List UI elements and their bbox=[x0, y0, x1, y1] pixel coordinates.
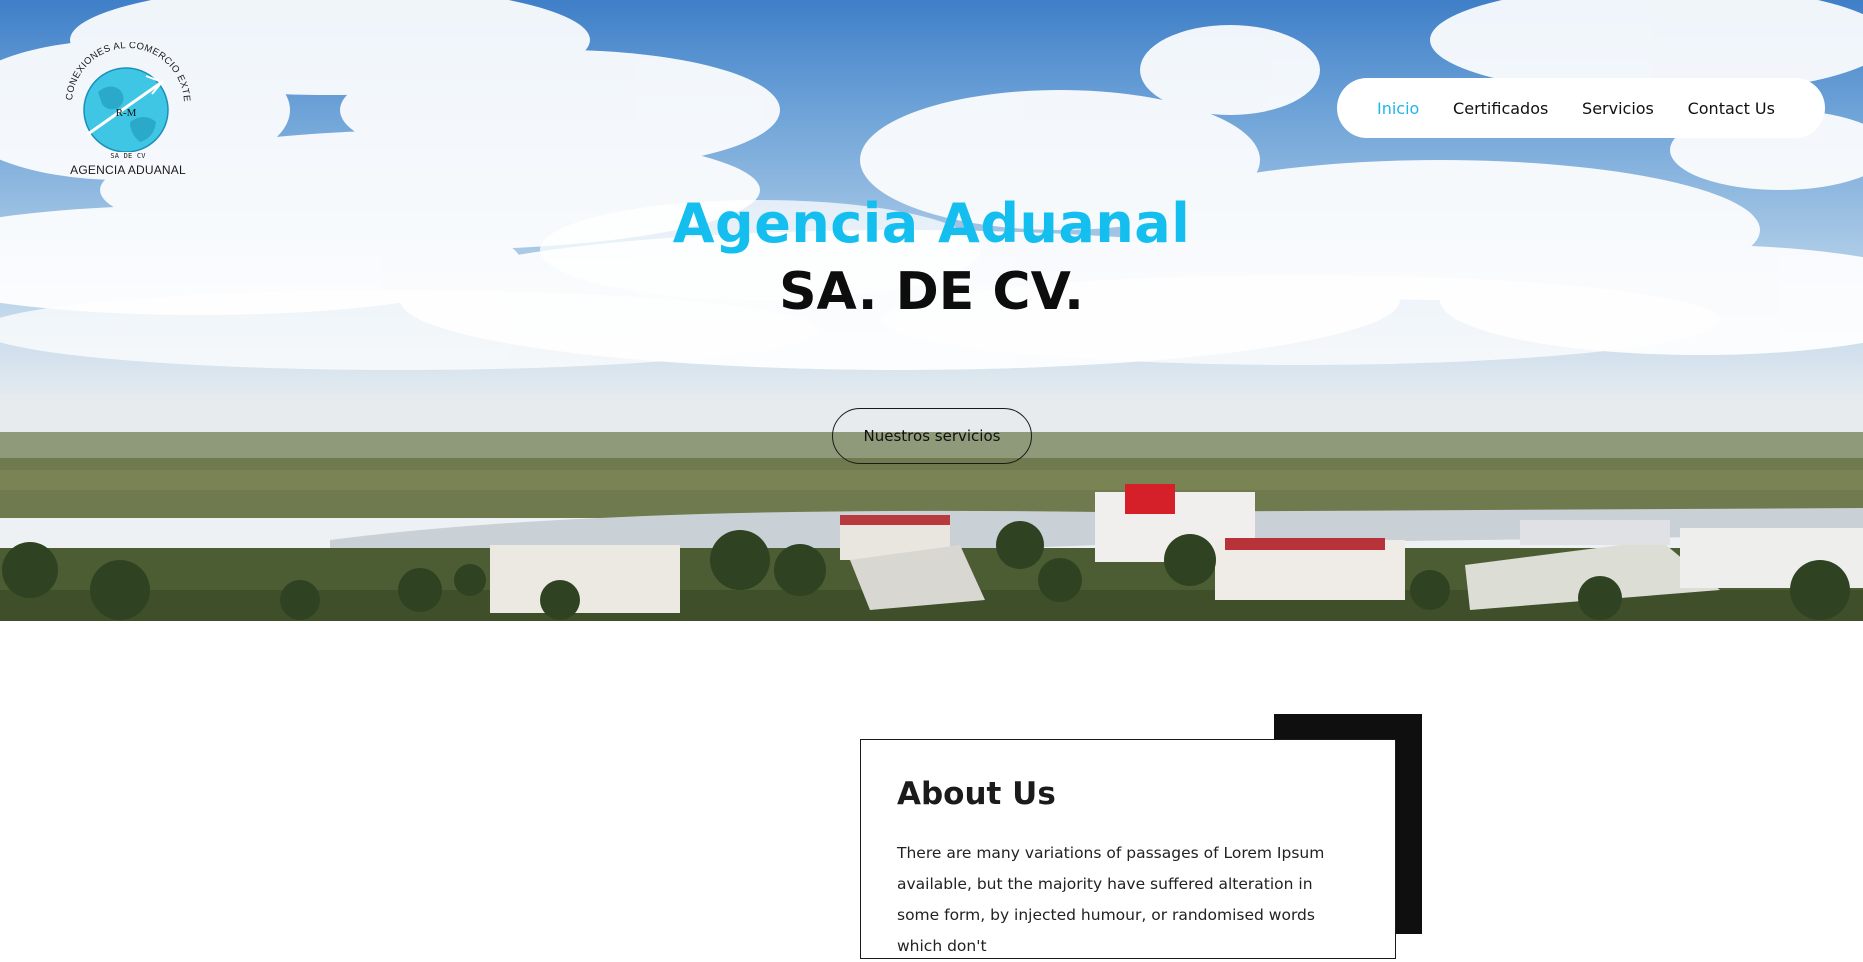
about-body: There are many variations of passages of… bbox=[897, 844, 1325, 955]
nuestros-servicios-button[interactable]: Nuestros servicios bbox=[832, 408, 1032, 464]
nav-item-contact-us[interactable]: Contact Us bbox=[1688, 99, 1775, 118]
nav-item-servicios[interactable]: Servicios bbox=[1582, 99, 1654, 118]
main-nav: Inicio Certificados Servicios Contact Us bbox=[1337, 78, 1825, 138]
nav-item-inicio[interactable]: Inicio bbox=[1377, 99, 1419, 118]
about-title: About Us bbox=[897, 776, 1056, 812]
logo-monogram: R-M bbox=[116, 107, 137, 119]
nav-item-certificados[interactable]: Certificados bbox=[1453, 99, 1548, 118]
globe-logo-icon: CONEXIONES AL COMERCIO EXTERIOR R-M bbox=[54, 34, 192, 153]
hero-subtitle: SA. DE CV. bbox=[779, 262, 1084, 322]
about-card: About Us There are many variations of pa… bbox=[860, 739, 1396, 959]
hero-title: Agencia Aduanal bbox=[672, 192, 1191, 255]
logo-subtext: SA DE CV bbox=[110, 152, 146, 160]
company-logo[interactable]: CONEXIONES AL COMERCIO EXTERIOR R-M SA D… bbox=[54, 34, 198, 192]
hero-banner: CONEXIONES AL COMERCIO EXTERIOR R-M SA D… bbox=[0, 0, 1863, 621]
about-section: About Us There are many variations of pa… bbox=[860, 714, 1422, 959]
logo-name: AGENCIA ADUANAL bbox=[70, 163, 186, 177]
